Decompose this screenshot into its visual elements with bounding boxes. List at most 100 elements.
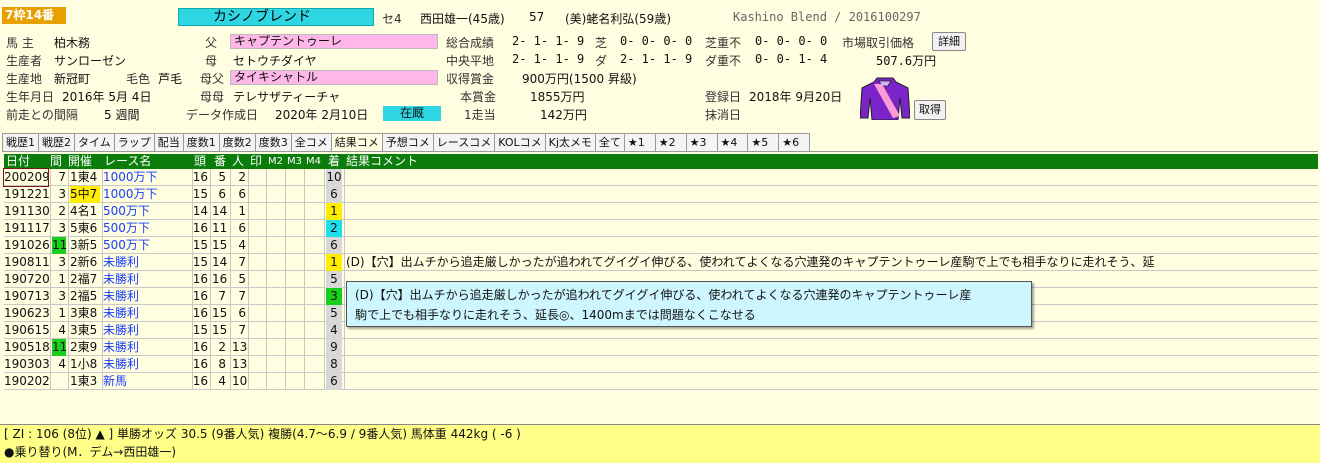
column-divider xyxy=(210,186,211,202)
column-divider xyxy=(324,169,325,185)
interval: 5 週間 xyxy=(104,108,140,122)
column-divider xyxy=(68,203,69,219)
column-divider xyxy=(266,271,267,287)
table-row[interactable]: 200209 7 1東4 1000万下 16 5 2 10 xyxy=(3,168,1318,187)
detail-button[interactable]: 詳細 xyxy=(932,32,966,51)
tab-11[interactable]: レースコメ xyxy=(432,133,496,151)
number-cell: 4 xyxy=(218,374,226,388)
table-row[interactable]: 190303 4 1小8 未勝利 16 8 13 8 xyxy=(4,356,1318,373)
race-name-cell[interactable]: 1000万下 xyxy=(103,169,158,186)
tab-10[interactable]: 予想コメ xyxy=(381,133,434,151)
tab-7[interactable]: 度数3 xyxy=(254,133,292,151)
tab-4[interactable]: 配当 xyxy=(153,133,184,151)
column-divider xyxy=(102,169,103,185)
dirt-record: 2- 1- 1- 9 xyxy=(620,52,693,66)
tab-17[interactable]: ★3 xyxy=(685,133,718,151)
column-divider xyxy=(285,322,286,338)
column-divider xyxy=(50,203,51,219)
race-name-cell[interactable]: 1000万下 xyxy=(103,186,158,203)
number-cell: 15 xyxy=(212,306,228,320)
col-mark: 印 xyxy=(250,154,263,168)
race-name-cell[interactable]: 未勝利 xyxy=(103,305,139,322)
column-divider xyxy=(324,373,325,389)
column-divider xyxy=(304,271,305,287)
created-date: 2020年 2月10日 xyxy=(275,108,369,122)
column-divider xyxy=(324,356,325,372)
table-row[interactable]: 191130 2 4名1 500万下 14 14 1 1 xyxy=(4,203,1318,220)
popularity-cell: 6 xyxy=(238,187,246,201)
table-header: 日付 間 開催 レース名 頭 番 人 印 M2 M3 M4 着 結果コメント xyxy=(4,154,1318,169)
trainer: (美)蛯名利弘(59歳) xyxy=(565,12,671,26)
central-label: 中央平地 xyxy=(446,54,495,68)
race-name-cell[interactable]: 新馬 xyxy=(103,373,127,390)
column-divider xyxy=(266,186,267,202)
interval-label: 前走との間隔 xyxy=(6,108,78,122)
tab-19[interactable]: ★5 xyxy=(747,133,780,151)
column-divider xyxy=(324,339,325,355)
table-row[interactable]: 191026 11 3新5 500万下 15 15 4 6 xyxy=(4,237,1318,254)
popularity-cell: 4 xyxy=(238,238,246,252)
column-divider xyxy=(285,203,286,219)
horse-name: カシノブレンド xyxy=(178,8,374,26)
tab-6[interactable]: 度数2 xyxy=(218,133,256,151)
column-divider xyxy=(344,305,345,321)
popularity-cell: 6 xyxy=(238,306,246,320)
race-name-cell[interactable]: 未勝利 xyxy=(103,356,139,373)
tab-20[interactable]: ★6 xyxy=(778,133,811,151)
number-cell: 2 xyxy=(218,340,226,354)
heads-cell: 16 xyxy=(192,357,208,371)
tab-1[interactable]: 戦歴2 xyxy=(38,133,75,151)
tab-3[interactable]: ラップ xyxy=(113,133,155,151)
number-cell: 15 xyxy=(212,238,228,252)
race-name-cell[interactable]: 未勝利 xyxy=(103,322,139,339)
tab-2[interactable]: タイム xyxy=(74,133,115,151)
col-number: 番 xyxy=(214,154,227,168)
column-divider xyxy=(248,237,249,253)
interval-cell: 1 xyxy=(58,272,66,286)
race-name-cell[interactable]: 未勝利 xyxy=(103,271,139,288)
column-divider xyxy=(102,203,103,219)
race-name-cell[interactable]: 未勝利 xyxy=(103,339,139,356)
column-divider xyxy=(230,203,231,219)
table-row[interactable]: 191117 3 5東6 500万下 16 11 6 2 xyxy=(4,220,1318,237)
column-divider xyxy=(210,169,211,185)
race-name-cell[interactable]: 未勝利 xyxy=(103,288,139,305)
date-cell: 191130 xyxy=(4,204,50,218)
tab-15[interactable]: ★1 xyxy=(623,133,656,151)
turf-heavy-record: 0- 0- 0- 0 xyxy=(755,34,828,48)
kaisai-cell: 1小8 xyxy=(70,357,98,371)
tab-5[interactable]: 度数1 xyxy=(182,133,220,151)
tab-13[interactable]: Kj太メモ xyxy=(544,133,596,151)
heads-cell: 16 xyxy=(192,221,208,235)
tab-9[interactable]: 結果コメ xyxy=(330,133,383,151)
number-cell: 11 xyxy=(212,221,228,235)
tab-0[interactable]: 戦歴1 xyxy=(2,133,39,151)
fetch-button[interactable]: 取得 xyxy=(914,100,946,120)
column-divider xyxy=(102,288,103,304)
tab-16[interactable]: ★2 xyxy=(654,133,687,151)
tab-18[interactable]: ★4 xyxy=(716,133,749,151)
kaisai-cell: 5東6 xyxy=(70,221,98,235)
table-row[interactable]: 190202 1東3 新馬 16 4 10 6 xyxy=(4,373,1318,390)
tab-8[interactable]: 全コメ xyxy=(290,133,332,151)
race-name-cell[interactable]: 500万下 xyxy=(103,203,150,220)
race-name-cell[interactable]: 未勝利 xyxy=(103,254,139,271)
table-row[interactable]: 191221 3 5中7 1000万下 15 6 6 6 xyxy=(4,186,1318,203)
kaisai-cell: 2東9 xyxy=(70,340,98,354)
coat: 芦毛 xyxy=(158,72,183,86)
column-divider xyxy=(324,322,325,338)
heads-cell: 14 xyxy=(192,204,208,218)
popularity-cell: 7 xyxy=(238,255,246,269)
main-prize: 1855万円 xyxy=(530,90,585,104)
table-row[interactable]: 190518 11 2東9 未勝利 16 2 13 9 xyxy=(4,339,1318,356)
registration-label: 登録日 xyxy=(705,90,742,104)
tab-12[interactable]: KOLコメ xyxy=(494,133,546,151)
column-divider xyxy=(210,305,211,321)
column-divider xyxy=(248,254,249,270)
table-row[interactable]: 190811 3 2新6 未勝利 15 14 7 1 (D)【穴】出ムチから追走厳しかったが追わ… xyxy=(4,254,1318,271)
tab-14[interactable]: 全て xyxy=(594,133,625,151)
race-name-cell[interactable]: 500万下 xyxy=(103,220,150,237)
main-prize-label: 本賞金 xyxy=(460,90,497,104)
race-name-cell[interactable]: 500万下 xyxy=(103,237,150,254)
column-divider xyxy=(285,288,286,304)
